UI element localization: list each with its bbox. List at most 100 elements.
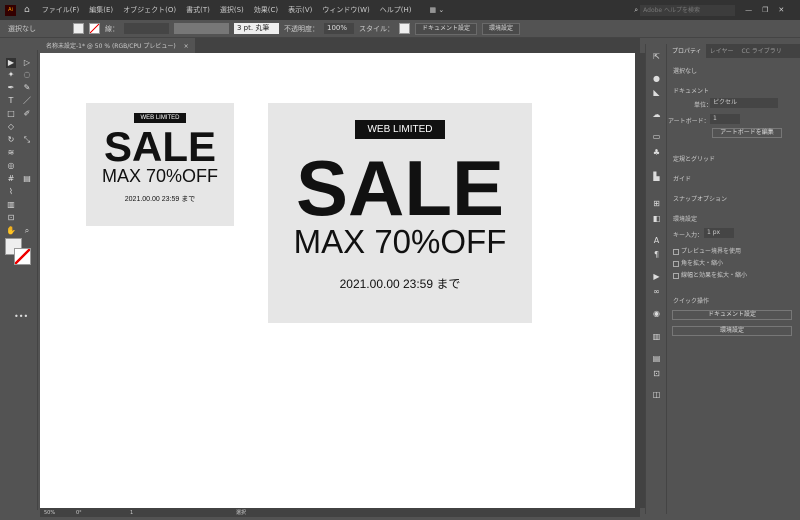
scale-tool-icon[interactable]: ⤡ bbox=[22, 135, 32, 145]
artboard-nav-field[interactable]: 1 bbox=[130, 510, 170, 516]
menu-window[interactable]: ウィンドウ(W) bbox=[322, 5, 369, 15]
canvas[interactable]: WEB LIMITED SALE MAX 70%OFF 2021.00.00 2… bbox=[40, 53, 635, 508]
libraries-icon[interactable]: ▭ bbox=[651, 132, 662, 141]
scale-strokes-checkbox[interactable]: 線幅と効果を拡大・縮小 bbox=[673, 270, 747, 279]
hand-tool-icon[interactable]: ✋ bbox=[6, 226, 16, 236]
home-icon[interactable]: ⌂ bbox=[24, 5, 30, 15]
vertical-scrollbar[interactable] bbox=[635, 53, 645, 508]
brush-tool-icon[interactable]: ✐ bbox=[22, 109, 32, 119]
rectangle-tool-icon[interactable]: □ bbox=[6, 109, 16, 119]
document-tab[interactable]: 名称未設定-1* @ 50 % (RGB/CPU プレビュー) × bbox=[40, 38, 195, 53]
brush-select[interactable]: 3 pt. 丸筆 bbox=[234, 23, 279, 34]
menu-bar: Ai ⌂ ファイル(F) 編集(E) オブジェクト(O) 書式(T) 選択(S)… bbox=[0, 0, 800, 20]
selection-label: 選択なし bbox=[8, 24, 36, 33]
eraser-icon[interactable]: ◇ bbox=[6, 122, 16, 132]
paragraph-icon[interactable]: ¶ bbox=[651, 250, 662, 259]
menu-type[interactable]: 書式(T) bbox=[186, 5, 210, 15]
keyboard-increment-field[interactable]: 1 px bbox=[704, 228, 734, 238]
edit-artboard-button[interactable]: アートボードを編集 bbox=[712, 128, 782, 138]
shape-builder-icon[interactable]: ◎ bbox=[6, 161, 16, 171]
actions-icon[interactable]: ▶ bbox=[651, 272, 662, 281]
quick-preferences-button[interactable]: 環境設定 bbox=[672, 326, 792, 336]
eyedropper-icon[interactable]: ⌇ bbox=[6, 187, 16, 197]
zoom-tool-icon[interactable]: ⌕ bbox=[22, 226, 32, 236]
pen-tool-icon[interactable]: ✒ bbox=[6, 83, 16, 93]
pathfinder-icon[interactable]: ◧ bbox=[651, 214, 662, 223]
stroke-weight-field[interactable] bbox=[124, 23, 169, 34]
links-icon[interactable]: ∞ bbox=[651, 287, 662, 296]
width-tool-icon[interactable]: ≋ bbox=[6, 148, 16, 158]
tab-close-icon[interactable]: × bbox=[184, 43, 189, 50]
document-tab-title: 名称未設定-1* @ 50 % (RGB/CPU プレビュー) bbox=[46, 43, 176, 50]
tab-properties[interactable]: プロパティ bbox=[668, 44, 706, 58]
menu-effect[interactable]: 効果(C) bbox=[254, 5, 278, 15]
graph-tool-icon[interactable]: ▥ bbox=[6, 200, 16, 210]
web-limited-badge: WEB LIMITED bbox=[355, 120, 445, 139]
magic-wand-icon[interactable]: ✦ bbox=[6, 70, 16, 80]
artboard-label: アートボード： bbox=[668, 118, 710, 125]
stroke-swatch[interactable] bbox=[89, 23, 100, 34]
layers-icon[interactable]: ◫ bbox=[651, 390, 662, 399]
style-label: スタイル： bbox=[359, 24, 394, 33]
close-button[interactable]: ✕ bbox=[778, 6, 784, 14]
keyboard-increment-label: キー入力： bbox=[673, 232, 704, 239]
menu-object[interactable]: オブジェクト(O) bbox=[123, 5, 176, 15]
swatches-icon[interactable]: ☁ bbox=[651, 110, 662, 119]
help-search-input[interactable]: Adobe ヘルプを検索 bbox=[640, 4, 736, 16]
artboard-small[interactable]: WEB LIMITED SALE MAX 70%OFF 2021.00.00 2… bbox=[86, 103, 234, 226]
rotate-tool-icon[interactable]: ↻ bbox=[6, 135, 16, 145]
appearance-icon[interactable]: ◉ bbox=[651, 309, 662, 318]
curvature-icon[interactable]: ✎ bbox=[22, 83, 32, 93]
align-icon[interactable]: ▙ bbox=[651, 172, 662, 181]
menu-help[interactable]: ヘルプ(H) bbox=[380, 5, 412, 15]
color-guide-icon[interactable]: ◣ bbox=[651, 88, 662, 97]
artboard-large[interactable]: WEB LIMITED SALE MAX 70%OFF 2021.00.00 2… bbox=[268, 103, 532, 323]
variable-width-field[interactable] bbox=[174, 23, 229, 34]
menu-select[interactable]: 選択(S) bbox=[220, 5, 244, 15]
minimize-button[interactable]: — bbox=[745, 6, 752, 14]
fill-swatch[interactable] bbox=[73, 23, 84, 34]
tab-layers[interactable]: レイヤー bbox=[706, 44, 738, 58]
more-tools-icon[interactable]: ••• bbox=[14, 312, 28, 322]
artboards-icon[interactable]: ⊡ bbox=[651, 369, 662, 378]
artboard-select[interactable]: 1 bbox=[710, 114, 740, 124]
menu-view[interactable]: 表示(V) bbox=[288, 5, 312, 15]
symbols-icon[interactable]: ♣ bbox=[651, 148, 662, 157]
document-settings-button[interactable]: ドキュメント設定 bbox=[415, 22, 478, 35]
search-icon: ⌕ bbox=[634, 5, 639, 14]
gradient-tool-icon[interactable]: ▤ bbox=[22, 174, 32, 184]
rulers-grid-label: 定規とグリッド bbox=[673, 156, 716, 163]
gradient-icon[interactable]: ▥ bbox=[651, 332, 662, 341]
stroke-color-box[interactable] bbox=[14, 248, 31, 265]
line-tool-icon[interactable]: ／ bbox=[22, 96, 32, 106]
opacity-field[interactable]: 100% bbox=[324, 23, 354, 34]
opacity-label: 不透明度： bbox=[284, 24, 319, 33]
character-icon[interactable]: A bbox=[651, 236, 662, 245]
color-icon[interactable]: ● bbox=[651, 74, 662, 83]
direct-selection-tool-icon[interactable]: ▷ bbox=[22, 58, 32, 68]
preferences-button[interactable]: 環境設定 bbox=[482, 22, 521, 35]
control-bar: 選択なし 線： 3 pt. 丸筆 不透明度： 100% スタイル： ドキュメント… bbox=[0, 20, 800, 38]
lasso-icon[interactable]: ◌ bbox=[22, 70, 32, 80]
deadline-text: 2021.00.00 23:59 まで bbox=[124, 196, 196, 203]
tab-cc-libraries[interactable]: CC ライブラリ bbox=[737, 44, 785, 58]
maximize-button[interactable]: ❐ bbox=[762, 6, 768, 14]
artboard-tool-icon[interactable]: ⊡ bbox=[6, 213, 16, 223]
type-tool-icon[interactable]: T bbox=[6, 96, 16, 106]
mesh-tool-icon[interactable]: # bbox=[6, 174, 16, 184]
use-preview-bounds-checkbox[interactable]: プレビュー境界を使用 bbox=[673, 246, 741, 255]
style-swatch[interactable] bbox=[399, 23, 410, 34]
menu-edit[interactable]: 編集(E) bbox=[89, 5, 113, 15]
scale-corners-checkbox[interactable]: 角を拡大・縮小 bbox=[673, 258, 723, 267]
transform-icon[interactable]: ⊞ bbox=[651, 199, 662, 208]
menu-file[interactable]: ファイル(F) bbox=[42, 5, 80, 15]
document-info-icon[interactable]: ▤ bbox=[651, 354, 662, 363]
workspace-icon[interactable]: ▦ ⌄ bbox=[430, 6, 445, 14]
selection-tool-icon[interactable]: ▶ bbox=[6, 58, 16, 68]
quick-document-settings-button[interactable]: ドキュメント設定 bbox=[672, 310, 792, 320]
units-select[interactable]: ピクセル bbox=[710, 98, 778, 108]
rotation-field[interactable]: 0° bbox=[76, 510, 104, 516]
export-icon[interactable]: ⇱ bbox=[651, 52, 662, 61]
document-heading: ドキュメント bbox=[673, 88, 710, 95]
zoom-field[interactable]: 50% bbox=[44, 510, 70, 516]
